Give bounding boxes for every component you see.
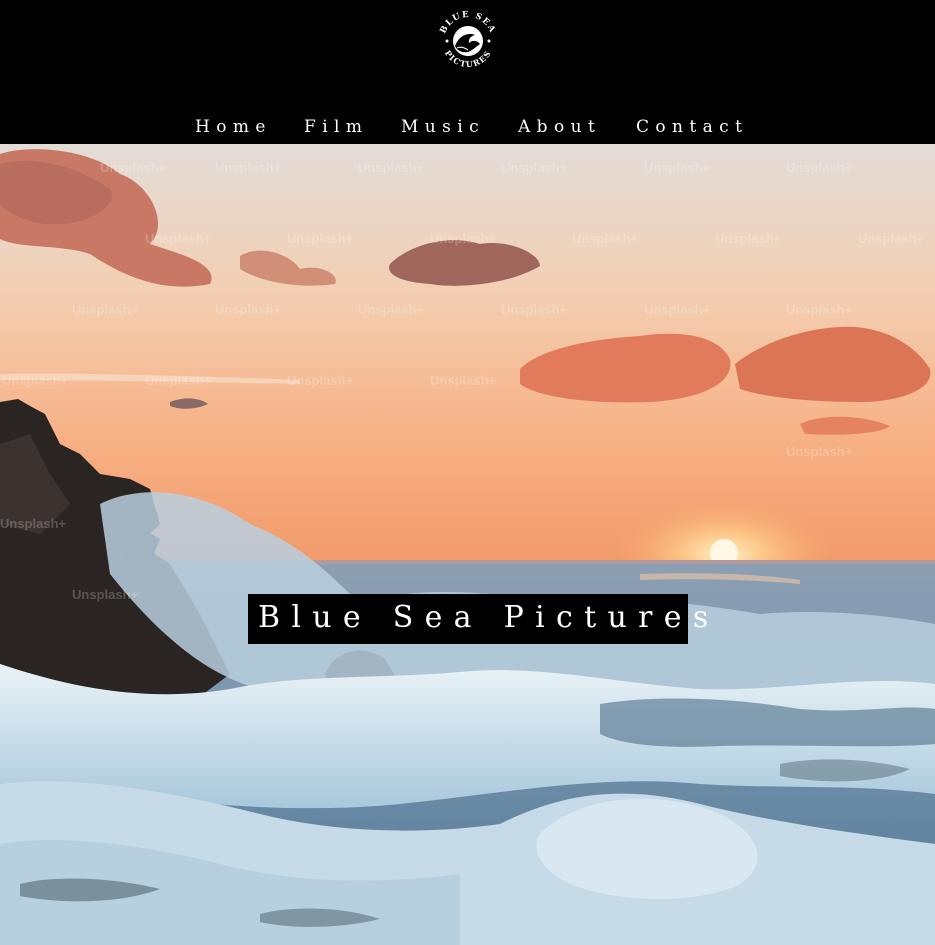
watermark: Unsplash+ [501, 302, 568, 317]
watermark: Unsplash+ [786, 444, 853, 459]
watermark: Unsplash+ [644, 160, 711, 175]
nav-home[interactable]: Home [195, 117, 272, 137]
wave-logo-icon: BLUE SEA PICTURES [438, 10, 496, 69]
watermark: Unsplash+ [786, 160, 853, 175]
main-nav: Home Film Music About Contact [0, 112, 935, 144]
watermark: Unsplash+ [644, 302, 711, 317]
watermark: Unsplash+ [215, 160, 282, 175]
watermark: Unsplash+ [430, 373, 497, 388]
nav-about[interactable]: About [518, 117, 601, 137]
hero-section: Unsplash+ Unsplash+ Unsplash+ Unsplash+ … [0, 144, 935, 945]
watermark: Unsplash+ [0, 516, 67, 531]
hero-title: Blue Sea Pictures [258, 600, 720, 635]
nav-music[interactable]: Music [401, 117, 485, 137]
watermark: Unsplash+ [501, 160, 568, 175]
watermark: Unsplash+ [715, 231, 782, 246]
nav-contact[interactable]: Contact [636, 117, 748, 137]
watermark: Unsplash+ [786, 302, 853, 317]
watermark: Unsplash+ [287, 231, 354, 246]
watermark: Unsplash+ [572, 231, 639, 246]
watermark: Unsplash+ [858, 231, 925, 246]
brand-logo[interactable]: BLUE SEA PICTURES [435, 8, 501, 74]
site-header: BLUE SEA PICTURES Home Film Music About … [0, 0, 935, 144]
hero-seascape-image [0, 144, 935, 945]
watermark: Unsplash+ [358, 160, 425, 175]
watermark: Unsplash+ [145, 373, 212, 388]
watermark: Unsplash+ [100, 160, 167, 175]
watermark: Unsplash+ [215, 302, 282, 317]
watermark: Unsplash+ [145, 231, 212, 246]
watermark: Unsplash+ [430, 231, 497, 246]
nav-film[interactable]: Film [304, 117, 368, 137]
watermark: Unsplash+ [72, 302, 139, 317]
watermark: Unsplash+ [287, 373, 354, 388]
watermark: Unsplash+ [358, 302, 425, 317]
watermark: Unsplash+ [72, 587, 139, 602]
watermark: Unsplash+ [2, 373, 69, 388]
hero-title-box: Blue Sea Pictures [248, 594, 708, 644]
